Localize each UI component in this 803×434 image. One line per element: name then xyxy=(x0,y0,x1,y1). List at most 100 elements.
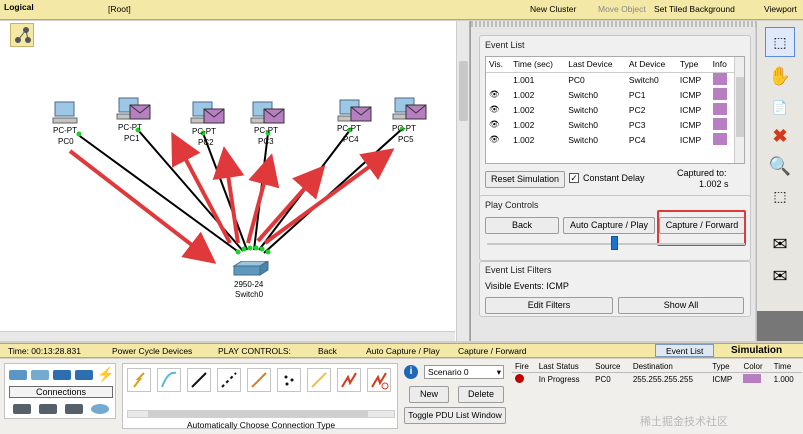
type-cell: ICMP xyxy=(679,134,702,145)
security-category-icon[interactable] xyxy=(39,404,57,414)
panel-grip[interactable] xyxy=(471,21,756,27)
info-color-swatch[interactable] xyxy=(712,72,727,85)
resize-tool-icon[interactable]: ⬚ xyxy=(765,181,795,211)
info-color-swatch[interactable] xyxy=(712,87,727,100)
toggle-pdu-list-button[interactable]: Toggle PDU List Window xyxy=(404,407,506,424)
info-color-swatch[interactable] xyxy=(712,102,727,115)
bar-auto-capture-button[interactable]: Auto Capture / Play xyxy=(366,346,440,356)
speed-slider-thumb[interactable] xyxy=(611,236,618,250)
pdu-col-color[interactable]: Color xyxy=(740,361,771,373)
col-time[interactable]: Time (sec) xyxy=(510,57,566,73)
end-device-category-icon[interactable] xyxy=(13,404,31,414)
reset-simulation-button[interactable]: Reset Simulation xyxy=(485,171,565,188)
fire-icon[interactable] xyxy=(515,374,524,383)
auto-capture-play-button[interactable]: Auto Capture / Play xyxy=(563,217,655,234)
canvas-scroll-thumb[interactable] xyxy=(459,61,468,121)
captured-to-value: 1.002 s xyxy=(699,179,729,189)
col-vis[interactable]: Vis. xyxy=(486,57,511,73)
pdu-col-time[interactable]: Time xyxy=(770,361,802,373)
hand-tool-icon[interactable]: ✋ xyxy=(765,61,795,91)
event-row[interactable]: 👁 1.002 Switch0 PC2 ICMP xyxy=(486,102,734,117)
logical-workspace[interactable]: PC-PT PC0 PC-PT PC1 PC-PT PC2 PC-PT PC3 … xyxy=(0,21,470,341)
info-cell[interactable] xyxy=(710,102,734,117)
info-cell[interactable] xyxy=(710,132,734,147)
move-object-button[interactable]: Move Object xyxy=(598,4,646,14)
serial-dce-cable-icon[interactable] xyxy=(337,368,361,392)
add-complex-pdu-icon[interactable]: ✉ xyxy=(765,261,795,291)
info-icon[interactable]: i xyxy=(404,365,418,379)
delete-scenario-button[interactable]: Delete xyxy=(458,386,504,403)
logical-tab[interactable]: Logical xyxy=(4,2,34,12)
event-list-scroll-thumb[interactable] xyxy=(736,77,744,137)
switch0-type-label: 2950-24 xyxy=(234,280,264,289)
wan-emulation-category-icon[interactable] xyxy=(65,404,83,414)
select-tool-icon[interactable]: ⬚ xyxy=(765,27,795,57)
new-cluster-button[interactable]: New Cluster xyxy=(530,4,576,14)
fiber-cable-icon[interactable] xyxy=(247,368,271,392)
coaxial-cable-icon[interactable] xyxy=(307,368,331,392)
bar-back-button[interactable]: Back xyxy=(318,346,337,356)
add-simple-pdu-icon[interactable]: ✉ xyxy=(765,229,795,259)
root-button[interactable]: [Root] xyxy=(108,4,131,14)
auto-connection-icon[interactable] xyxy=(127,368,151,392)
pdu-col-type[interactable]: Type xyxy=(709,361,741,373)
tiled-background-button[interactable]: Set Tiled Background xyxy=(654,4,735,14)
phone-cable-icon[interactable] xyxy=(277,368,301,392)
info-cell[interactable] xyxy=(710,117,734,132)
switch-category-icon[interactable] xyxy=(31,370,49,380)
event-row[interactable]: 👁 1.002 Switch0 PC4 ICMP xyxy=(486,132,734,147)
col-at-device[interactable]: At Device xyxy=(625,57,677,73)
new-scenario-button[interactable]: New xyxy=(409,386,449,403)
simulation-mode-label[interactable]: Simulation xyxy=(731,345,782,356)
info-color-swatch[interactable] xyxy=(712,117,727,130)
canvas-horizontal-scrollbar[interactable] xyxy=(0,331,455,341)
router-category-icon[interactable] xyxy=(9,370,27,380)
eye-icon: 👁 xyxy=(489,134,500,144)
event-row[interactable]: 👁 1.002 Switch0 PC3 ICMP xyxy=(486,117,734,132)
edit-filters-button[interactable]: Edit Filters xyxy=(485,297,613,314)
serial-dte-cable-icon[interactable] xyxy=(367,368,391,392)
inspect-tool-icon[interactable]: 🔍 xyxy=(765,151,795,181)
back-button[interactable]: Back xyxy=(485,217,559,234)
pdu-col-source[interactable]: Source xyxy=(592,361,630,373)
console-cable-icon[interactable] xyxy=(157,368,181,392)
wireless-category-icon[interactable] xyxy=(75,370,93,380)
event-list-table-box[interactable]: Vis. Time (sec) Last Device At Device Ty… xyxy=(485,56,745,164)
connection-scrollbar[interactable] xyxy=(127,410,395,418)
event-list-scrollbar[interactable] xyxy=(734,57,744,163)
switch0-name-label: Switch0 xyxy=(235,290,264,299)
pdu-col-destination[interactable]: Destination xyxy=(629,361,710,373)
canvas-vertical-scrollbar[interactable] xyxy=(456,21,469,341)
straight-through-cable-icon[interactable] xyxy=(187,368,211,392)
col-type[interactable]: Type xyxy=(676,57,710,73)
pdu-col-status[interactable]: Last Status xyxy=(535,361,593,373)
scenario-select[interactable]: Scenario 0 ▾ xyxy=(424,365,504,379)
last-device-cell: Switch0 xyxy=(568,104,598,115)
fire-cell[interactable] xyxy=(512,373,536,387)
info-cell[interactable] xyxy=(710,87,734,102)
connection-scroll-thumb[interactable] xyxy=(148,411,368,417)
info-cell[interactable] xyxy=(710,72,734,87)
crossover-cable-icon[interactable] xyxy=(217,368,241,392)
event-row[interactable]: 👁 1.002 Switch0 PC1 ICMP xyxy=(486,87,734,102)
show-all-button[interactable]: Show All xyxy=(618,297,744,314)
hub-category-icon[interactable] xyxy=(53,370,71,380)
note-tool-icon[interactable]: 📄 xyxy=(765,93,795,123)
connections-category-icon[interactable]: ⚡ xyxy=(97,366,114,383)
power-cycle-button[interactable]: Power Cycle Devices xyxy=(112,346,192,356)
viewport-button[interactable]: Viewport xyxy=(764,4,797,14)
constant-delay-checkbox[interactable]: ✓ xyxy=(569,173,579,183)
event-list-toggle[interactable]: Event List xyxy=(655,344,715,357)
col-last-device[interactable]: Last Device xyxy=(565,57,626,73)
pdu-row[interactable]: In Progress PC0 255.255.255.255 ICMP 1.0… xyxy=(512,373,802,387)
simulation-toggle-area[interactable] xyxy=(757,311,803,341)
pdu-col-fire[interactable]: Fire xyxy=(512,361,536,373)
scenario-select-value: Scenario 0 xyxy=(428,367,469,377)
delete-tool-icon[interactable]: ✖ xyxy=(765,121,795,151)
custom-category-icon[interactable] xyxy=(91,404,109,414)
last-device-cell: PC0 xyxy=(568,74,585,85)
event-row[interactable]: 1.001 PC0 Switch0 ICMP xyxy=(486,72,734,87)
col-info[interactable]: Info xyxy=(709,57,734,73)
bar-capture-forward-button[interactable]: Capture / Forward xyxy=(458,346,527,356)
info-color-swatch[interactable] xyxy=(712,132,727,145)
